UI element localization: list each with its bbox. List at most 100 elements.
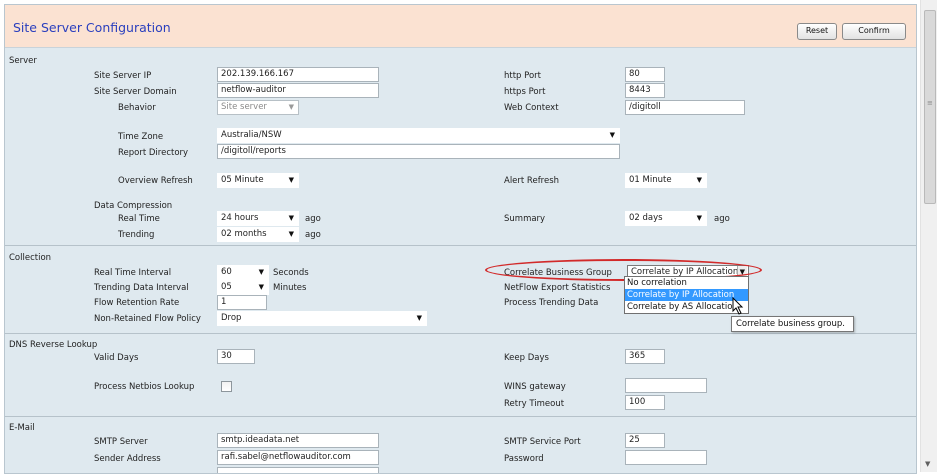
http-port-label: http Port [504,71,542,81]
chevron-down-icon: ▼ [258,283,264,291]
overview-refresh-select[interactable]: 05 Minute ▼ [217,173,299,188]
real-time-interval-select[interactable]: 60 ▼ [217,265,269,280]
site-server-domain-label: Site Server Domain [94,87,177,97]
retry-timeout-label: Retry Timeout [504,399,565,409]
scrollbar-thumb[interactable]: ≡ [924,10,936,204]
data-compression-label: Data Compression [94,201,173,211]
process-netbios-lookup-checkbox[interactable] [221,381,232,392]
chevron-down-icon: ▼ [696,214,702,222]
non-retained-flow-policy-value: Drop [221,313,242,323]
tooltip: Correlate business group. [731,316,854,332]
chevron-down-icon: ▼ [258,268,264,276]
site-server-ip-label: Site Server IP [94,71,152,81]
real-time-interval-value: 60 [221,267,232,277]
wins-gateway-label: WINS gateway [504,382,566,392]
real-time-select[interactable]: 24 hours ▼ [217,211,299,226]
web-context-label: Web Context [504,103,559,113]
https-port-input[interactable]: 8443 [625,83,665,98]
retry-timeout-input[interactable]: 100 [625,395,665,410]
scroll-down-icon[interactable]: ▼ [925,460,930,468]
chevron-down-icon: ▼ [288,214,294,222]
overview-refresh-label: Overview Refresh [118,176,193,186]
chevron-down-icon: ▼ [416,314,422,322]
mouse-cursor-icon [732,297,744,315]
trending-ago: ago [305,230,321,240]
behavior-label: Behavior [118,103,156,113]
trending-value: 02 months [221,229,267,239]
site-server-domain-input[interactable]: netflow-auditor [217,83,379,98]
smtp-server-input[interactable]: smtp.ideadata.net [217,433,379,448]
non-retained-flow-policy-select[interactable]: Drop ▼ [217,311,427,326]
sender-address-input[interactable]: rafi.sabel@netflowauditor.com [217,450,379,465]
flow-retention-rate-label: Flow Retention Rate [94,298,180,308]
behavior-value: Site server [221,102,267,112]
chevron-down-icon: ▼ [288,230,294,238]
keep-days-input[interactable]: 365 [625,349,665,364]
chevron-down-icon: ▼ [609,131,615,139]
process-trending-data-label: Process Trending Data [504,298,599,308]
summary-label: Summary [504,214,546,224]
real-time-ago: ago [305,214,321,224]
netflow-export-statistics-label: NetFlow Export Statistics [504,283,611,293]
time-zone-label: Time Zone [118,132,164,142]
alert-refresh-label: Alert Refresh [504,176,560,186]
collection-divider [5,245,916,246]
valid-days-input[interactable]: 30 [217,349,255,364]
flow-retention-rate-input[interactable]: 1 [217,295,267,310]
report-directory-input[interactable]: /digitoll/reports [217,144,620,159]
non-retained-flow-policy-label: Non-Retained Flow Policy [94,314,201,324]
dropdown-option-no-correlation[interactable]: No correlation [625,277,748,289]
process-netbios-lookup-label: Process Netbios Lookup [94,382,195,392]
time-zone-value: Australia/NSW [221,130,282,140]
confirm-button[interactable]: Confirm [842,23,906,40]
https-port-label: https Port [504,87,546,97]
server-section-title: Server [9,56,37,66]
summary-select[interactable]: 02 days ▼ [625,211,707,226]
partial-input[interactable] [217,467,379,473]
alert-refresh-value: 01 Minute [629,175,672,185]
password-label: Password [504,454,544,464]
password-input[interactable] [625,450,707,465]
summary-ago: ago [714,214,730,224]
trending-data-interval-unit: Minutes [273,283,307,293]
correlate-dropdown-list[interactable]: No correlation Correlate by IP Allocatio… [624,276,749,314]
chevron-down-icon: ▼ [696,176,702,184]
overview-refresh-value: 05 Minute [221,175,264,185]
web-context-input[interactable]: /digitoll [625,100,745,115]
dropdown-option-ip-allocation[interactable]: Correlate by IP Allocation [625,289,748,301]
sender-address-label: Sender Address [94,454,161,464]
trending-select[interactable]: 02 months ▼ [217,227,299,242]
report-directory-label: Report Directory [118,148,189,158]
trending-data-interval-select[interactable]: 05 ▼ [217,280,269,295]
keep-days-label: Keep Days [504,353,549,363]
trending-data-interval-value: 05 [221,282,232,292]
site-server-ip-input[interactable]: 202.139.166.167 [217,67,379,82]
dns-section-title: DNS Reverse Lookup [9,340,98,350]
alert-refresh-select[interactable]: 01 Minute ▼ [625,173,707,188]
chevron-down-icon: ▼ [288,103,294,111]
real-time-interval-label: Real Time Interval [94,268,172,278]
valid-days-label: Valid Days [94,353,139,363]
trending-data-interval-label: Trending Data Interval [94,283,189,293]
trending-label: Trending [118,230,155,240]
smtp-service-port-label: SMTP Service Port [504,437,581,447]
real-time-interval-unit: Seconds [273,268,309,278]
smtp-server-label: SMTP Server [94,437,148,447]
time-zone-select[interactable]: Australia/NSW ▼ [217,128,620,143]
http-port-input[interactable]: 80 [625,67,665,82]
real-time-label: Real Time [118,214,160,224]
collection-section-title: Collection [9,253,52,263]
summary-value: 02 days [629,213,663,223]
grip-icon: ≡ [927,99,933,107]
dropdown-option-as-allocation[interactable]: Correlate by AS Allocation [625,301,748,313]
vertical-scrollbar[interactable]: ≡ ▼ [920,0,937,472]
email-section-title: E-Mail [9,423,35,433]
real-time-value: 24 hours [221,213,259,223]
config-panel: Site Server Configuration Reset Confirm … [4,4,917,474]
reset-button[interactable]: Reset [797,23,837,40]
page-title: Site Server Configuration [13,20,171,35]
chevron-down-icon: ▼ [288,176,294,184]
wins-gateway-input[interactable] [625,378,707,393]
smtp-service-port-input[interactable]: 25 [625,433,665,448]
page-header: Site Server Configuration Reset Confirm [5,5,916,48]
